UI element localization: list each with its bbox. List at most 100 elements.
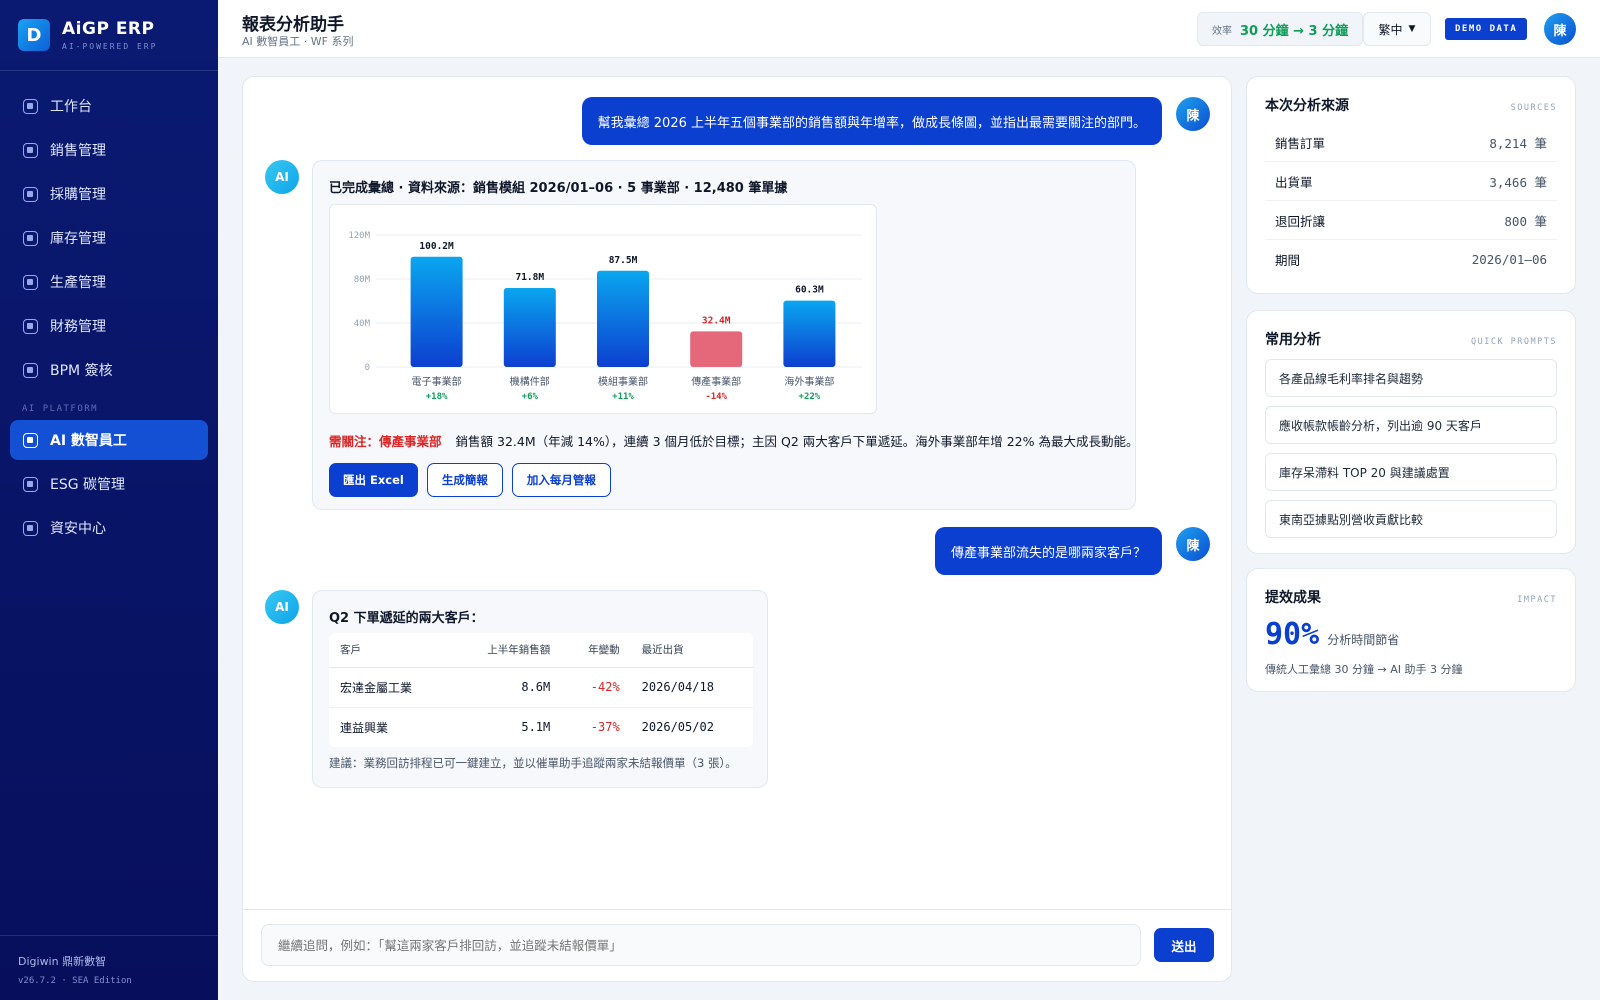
export-excel-button[interactable]: 匯出 Excel (329, 463, 418, 497)
user-message: 幫我彙總 2026 上半年五個事業部的銷售額與年增率，做成長條圖，並指出最需要關… (581, 97, 1162, 145)
module-icon (23, 274, 38, 290)
sources-list: 銷售訂單 8,214 筆 出貨單 3,466 筆 退回折讓 800 筆 期間 2026/… (1265, 123, 1557, 279)
module-icon (23, 142, 38, 158)
sidebar-item-inventory[interactable]: 庫存管理 (10, 218, 208, 258)
efficiency-value: 30 分鐘 → 3 分鐘 (1240, 23, 1349, 39)
sidebar-item-finance[interactable]: 財務管理 (10, 306, 208, 346)
company-name: Digiwin 鼎新數智 (18, 955, 107, 968)
sidebar-item-label: AI 數智員工 (50, 433, 127, 449)
sidebar-item-label: 財務管理 (50, 319, 106, 335)
card-title: 常用分析 (1265, 332, 1321, 348)
quick-prompts-card: 常用分析 QUICK PROMPTS 各產品線毛利率排名與趨勢 應收帳款帳齡分析… (1246, 310, 1576, 554)
sidebar-item-production[interactable]: 生產管理 (10, 262, 208, 302)
module-icon (23, 520, 38, 536)
top-header: 報表分析助手 AI 數智員工 · WF 系列 效率 30 分鐘 → 3 分鐘 繁… (218, 0, 1600, 58)
impact-metric: 90% 分析時間節省 (1265, 617, 1399, 652)
source-value: 8,214 筆 (1489, 135, 1547, 151)
y-tick-label: 120M (348, 231, 370, 241)
sources-card: 本次分析來源 SOURCES 銷售訂單 8,214 筆 出貨單 3,466 筆 退回… (1246, 76, 1576, 294)
ai-reply-title: 已完成彙總 · 資料來源：銷售模組 2026/01–06 · 5 事業部 · 1… (329, 181, 788, 196)
card-title: 本次分析來源 (1265, 98, 1349, 114)
growth-label: +22% (799, 392, 821, 402)
growth-label: +6% (522, 392, 539, 402)
ai-reply-title: Q2 下單遞延的兩大客戶： (329, 611, 484, 626)
sidebar-footer: Digiwin 鼎新數智 v26.7.2 · SEA Edition (0, 935, 218, 1000)
sidebar-item-label: 生產管理 (50, 275, 106, 291)
prompt-list: 各產品線毛利率排名與趨勢 應收帳款帳齡分析，列出逾 90 天客戶 庫存呆滯料 T… (1265, 359, 1557, 547)
user-avatar[interactable]: 陳 (1544, 13, 1576, 45)
sidebar-item-ai-digital-staff[interactable]: AI 數智員工 (10, 420, 208, 460)
customer-last-shipment: 2026/04/18 (630, 667, 753, 708)
sidebar-item-security[interactable]: 資安中心 (10, 508, 208, 548)
brand[interactable]: D AiGP ERP AI-POWERED ERP (0, 0, 218, 71)
bar-value-label: 32.4M (702, 315, 731, 326)
sidebar-item-workbench[interactable]: 工作台 (10, 86, 208, 126)
customer-change: -42% (561, 667, 631, 708)
brand-tagline: AI-POWERED ERP (62, 42, 158, 51)
source-row: 出貨單 3,466 筆 (1265, 162, 1557, 201)
sidebar-item-label: 採購管理 (50, 187, 106, 203)
impact-percent: 90% (1265, 617, 1320, 652)
sidebar: D AiGP ERP AI-POWERED ERP 工作台 銷售管理 採購管理 … (0, 0, 218, 1000)
source-label: 銷售訂單 (1275, 135, 1326, 151)
bar-value-label: 100.2M (419, 241, 454, 252)
bar (783, 300, 836, 367)
table-header-row: 客戶 上半年銷售額 年變動 最近出貨 (329, 633, 753, 668)
quick-prompt-button[interactable]: 各產品線毛利率排名與趨勢 (1265, 359, 1557, 397)
action-buttons: 匯出 Excel 生成簡報 加入每月管報 (329, 463, 611, 497)
generate-brief-button[interactable]: 生成簡報 (426, 463, 503, 497)
source-row: 退回折讓 800 筆 (1265, 201, 1557, 240)
demo-data-badge: DEMO DATA (1445, 18, 1528, 40)
x-category-label: 傳產事業部 (691, 375, 741, 388)
card-title: 提效成果 (1265, 590, 1321, 606)
quick-prompt-button[interactable]: 庫存呆滯料 TOP 20 與建議處置 (1265, 453, 1557, 491)
growth-label: -14% (705, 392, 727, 402)
bar-value-label: 60.3M (795, 285, 824, 296)
customer-change: -37% (590, 720, 620, 735)
nav-section-ai-platform: AI PLATFORM (22, 404, 99, 414)
user-avatar: 陳 (1176, 97, 1210, 131)
x-category-label: 機構件部 (510, 375, 550, 388)
language-select[interactable]: 繁中 ▼ (1363, 12, 1431, 46)
source-label: 出貨單 (1275, 174, 1313, 190)
version-text: v26.7.2 · SEA Edition (18, 976, 132, 986)
add-monthly-report-button[interactable]: 加入每月管報 (511, 463, 611, 497)
sidebar-item-esg[interactable]: ESG 碳管理 (10, 464, 208, 504)
send-button[interactable]: 送出 (1154, 928, 1214, 962)
quick-prompt-button[interactable]: 東南亞據點別營收貢獻比較 (1265, 500, 1557, 538)
ai-avatar: AI (265, 590, 299, 624)
page-title: 報表分析助手 (242, 15, 344, 35)
impact-label: 分析時間節省 (1327, 633, 1400, 647)
chat-input[interactable] (261, 924, 1141, 966)
chevron-down-icon: ▼ (1408, 24, 1416, 34)
language-value: 繁中 (1378, 22, 1403, 37)
column-header: 客戶 (329, 633, 451, 668)
sidebar-item-label: 工作台 (50, 99, 92, 115)
chat-panel: 幫我彙總 2026 上半年五個事業部的銷售額與年增率，做成長條圖，並指出最需要關… (242, 76, 1232, 982)
bar (597, 270, 649, 367)
brand-name: AiGP ERP (62, 19, 155, 39)
sidebar-item-purchasing[interactable]: 採購管理 (10, 174, 208, 214)
module-icon (23, 318, 38, 334)
sidebar-item-bpm[interactable]: BPM 簽核 (10, 350, 208, 390)
table-row[interactable]: 宏達金屬工業 8.6M -42% 2026/04/18 (329, 667, 753, 708)
x-category-label: 電子事業部 (412, 375, 462, 388)
growth-label: +11% (612, 392, 634, 402)
impact-note: 傳統人工彙總 30 分鐘 → AI 助手 3 分鐘 (1265, 663, 1463, 676)
card-tag: IMPACT (1517, 595, 1557, 605)
attention-note: 需關注：傳產事業部 銷售額 32.4M（年減 14%），連續 3 個月低於目標；主… (329, 431, 1138, 450)
quick-prompt-button[interactable]: 應收帳款帳齡分析，列出逾 90 天客戶 (1265, 406, 1557, 444)
growth-label: +18% (426, 392, 448, 402)
module-icon (23, 476, 38, 492)
sidebar-item-label: 銷售管理 (50, 143, 106, 159)
column-header: 年變動 (561, 633, 631, 668)
table-row[interactable]: 連益興業 5.1M -37% 2026/05/02 (329, 707, 753, 747)
brand-logo: D (18, 19, 50, 51)
sidebar-item-label: ESG 碳管理 (50, 477, 126, 493)
page-subtitle: AI 數智員工 · WF 系列 (242, 35, 354, 48)
source-value: 3,466 筆 (1489, 174, 1547, 190)
card-tag: QUICK PROMPTS (1470, 337, 1557, 347)
ai-message: 已完成彙總 · 資料來源：銷售模組 2026/01–06 · 5 事業部 · 1… (312, 160, 1138, 510)
sidebar-item-sales[interactable]: 銷售管理 (10, 130, 208, 170)
customer-name: 宏達金屬工業 (329, 667, 451, 708)
